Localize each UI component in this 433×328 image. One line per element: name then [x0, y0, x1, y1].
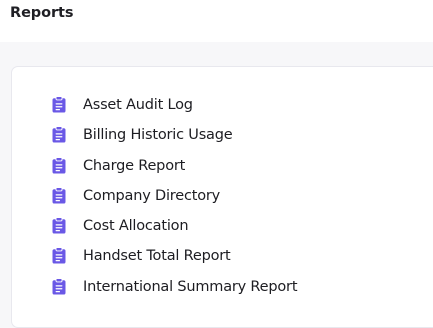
report-label[interactable]: International Summary Report: [83, 274, 298, 300]
report-label[interactable]: Cost Allocation: [83, 213, 189, 239]
clipboard-icon: [52, 126, 66, 143]
report-label[interactable]: Handset Total Report: [83, 243, 231, 269]
clipboard-icon: [52, 217, 66, 234]
clipboard-icon: [52, 247, 66, 264]
report-item-international-summary-report[interactable]: International Summary Report: [52, 274, 298, 304]
clipboard-icon: [52, 277, 66, 295]
clipboard-icon: [52, 156, 66, 174]
report-list: Asset Audit Log Billing Historic Usage C…: [52, 92, 298, 304]
report-item-asset-audit-log[interactable]: Asset Audit Log: [52, 92, 297, 122]
report-item-handset-total-report[interactable]: Handset Total Report: [52, 243, 297, 273]
report-label[interactable]: Billing Historic Usage: [83, 122, 233, 148]
report-item-charge-report[interactable]: Charge Report: [52, 153, 297, 183]
report-label[interactable]: Charge Report: [83, 153, 185, 179]
report-label[interactable]: Company Directory: [83, 183, 220, 209]
clipboard-icon: [52, 96, 66, 113]
report-item-cost-allocation[interactable]: Cost Allocation: [52, 213, 297, 243]
report-item-company-directory[interactable]: Company Directory: [52, 183, 297, 213]
report-label[interactable]: Asset Audit Log: [83, 92, 193, 118]
page-title: Reports: [10, 5, 74, 21]
page-header: Reports: [0, 0, 433, 42]
clipboard-icon: [52, 186, 66, 204]
report-item-billing-historic-usage[interactable]: Billing Historic Usage: [52, 122, 297, 152]
